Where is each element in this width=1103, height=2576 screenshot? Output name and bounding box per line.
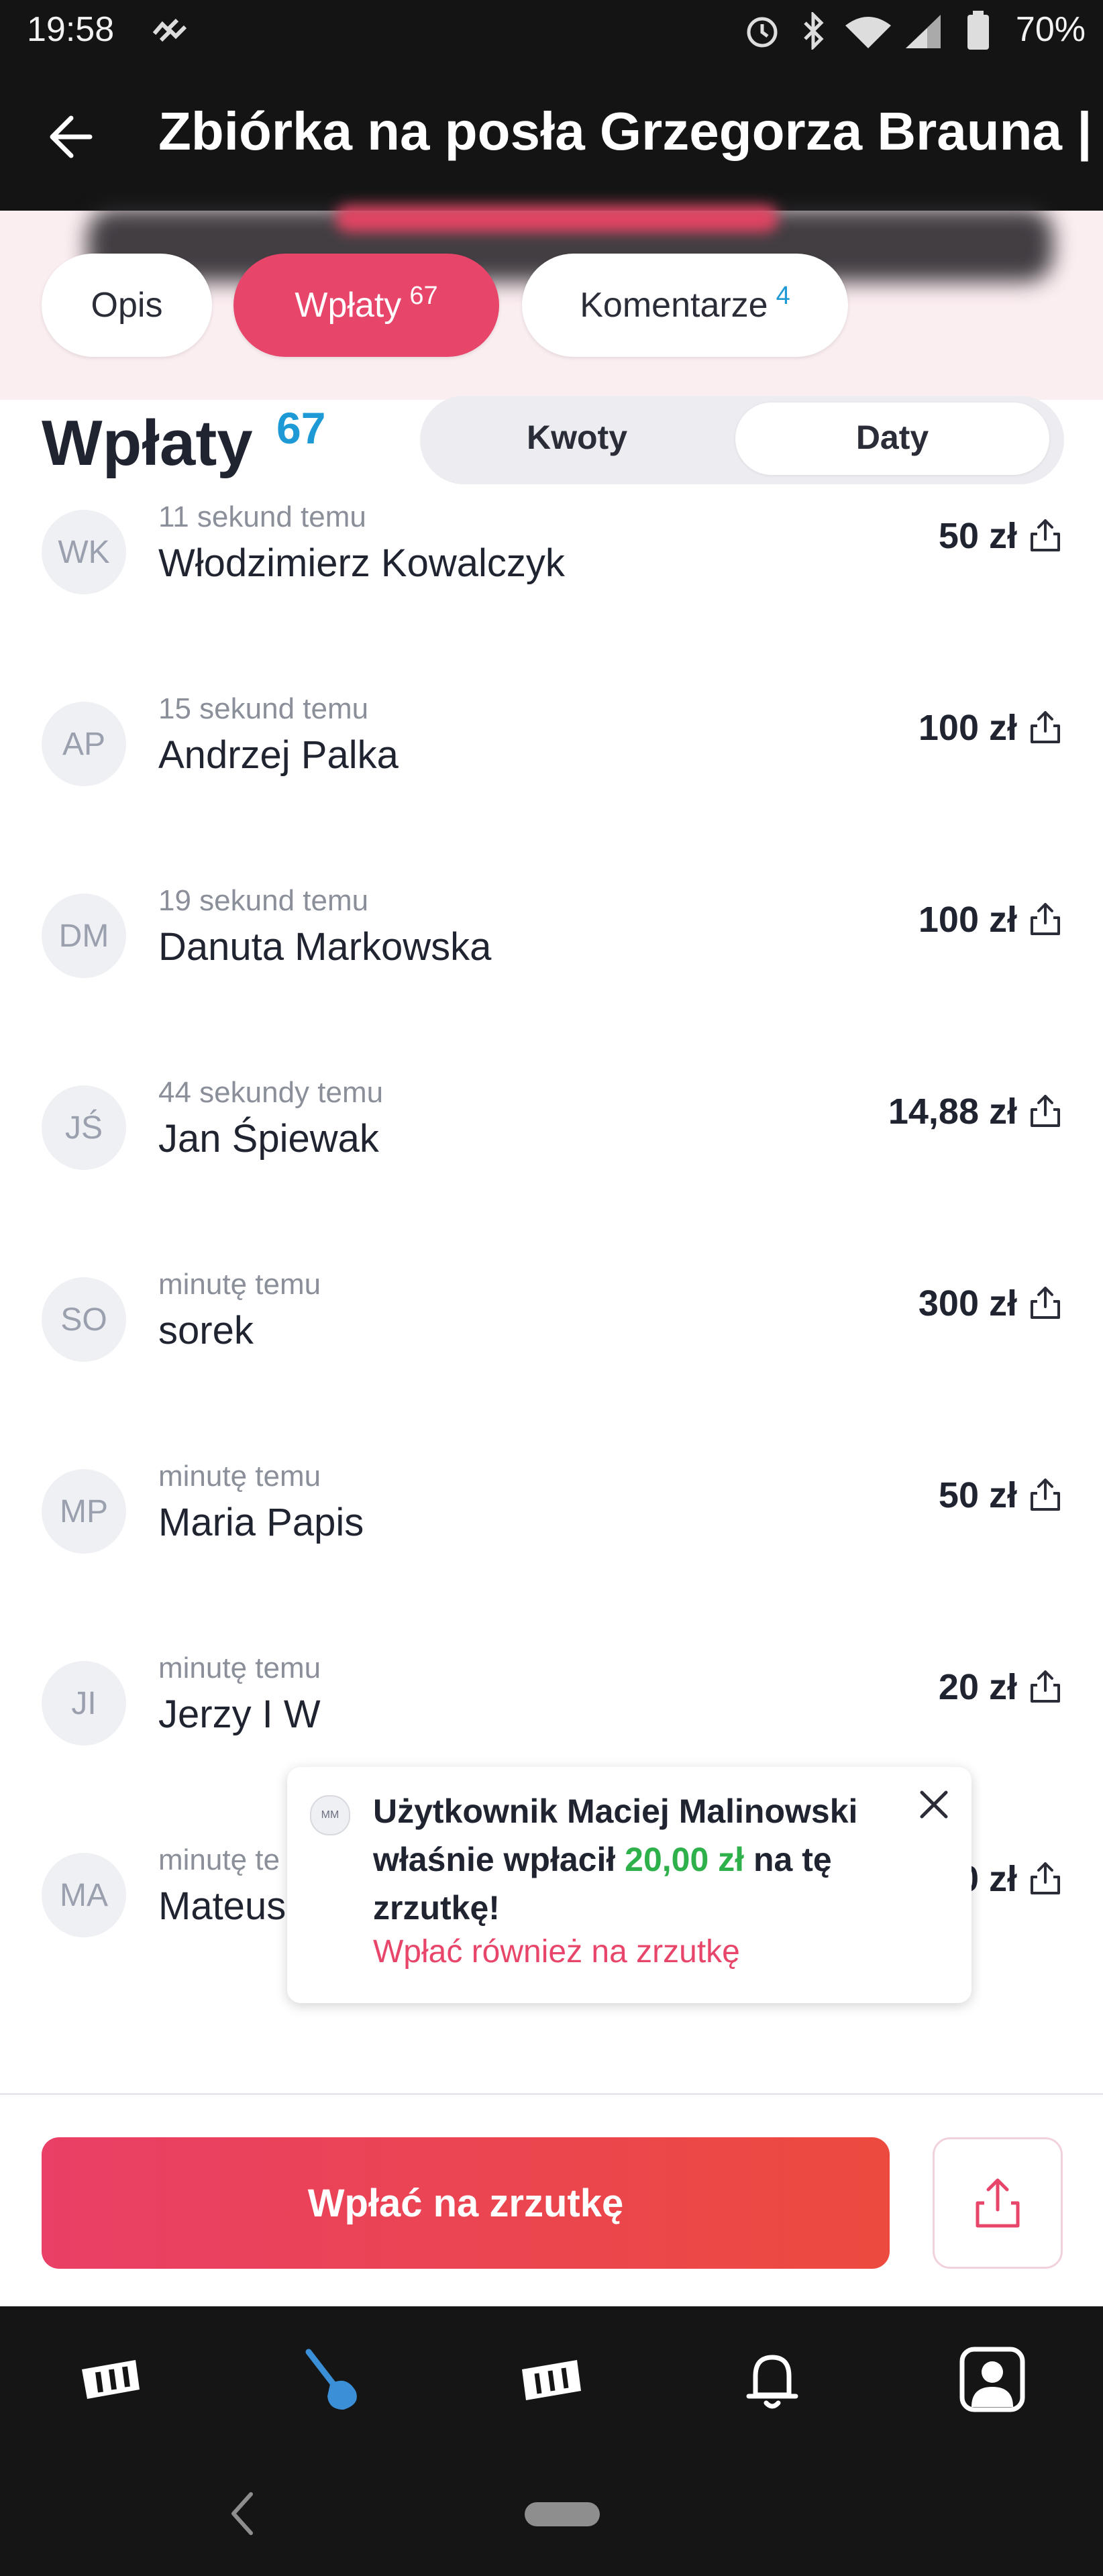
- alarm-icon: [747, 17, 778, 48]
- share-icon[interactable]: [1027, 900, 1064, 938]
- toast-donate-link[interactable]: Wpłać również na zrzutkę: [373, 1933, 740, 1970]
- gift-icon[interactable]: [514, 2343, 588, 2416]
- donation-time: 44 sekundy temu: [158, 1076, 384, 1109]
- share-icon[interactable]: [1027, 1476, 1064, 1513]
- tab-wplaty-label: Wpłaty: [295, 286, 402, 325]
- status-time: 19:58: [27, 10, 115, 49]
- donor-avatar: MP: [42, 1469, 126, 1554]
- donation-amount: 50 zł: [938, 1475, 1017, 1515]
- page-title: Zbiórka na posła Grzegorza Brauna |...: [158, 101, 1091, 161]
- logo-icon[interactable]: [74, 2343, 148, 2416]
- section-count: 67: [276, 403, 326, 453]
- system-back-icon[interactable]: [228, 2490, 255, 2537]
- battery-percent: 70%: [1015, 10, 1086, 49]
- donor-name: Maria Papis: [158, 1501, 364, 1544]
- donation-amount: 300 zł: [918, 1283, 1017, 1324]
- donor-name: sorek: [158, 1309, 254, 1352]
- sort-daty[interactable]: Daty: [745, 411, 1040, 464]
- share-icon[interactable]: [1027, 1284, 1064, 1322]
- donation-time: minutę temu: [158, 1460, 321, 1493]
- tab-komentarze-label: Komentarze: [580, 286, 768, 325]
- notification-icon: [152, 18, 187, 42]
- donation-time: minutę temu: [158, 1652, 321, 1684]
- toast-amount: 20,00 zł: [625, 1841, 745, 1878]
- donation-row[interactable]: JŚ 44 sekundy temu Jan Śpiewak 14,88 zł: [0, 1052, 1103, 1244]
- donation-row[interactable]: DM 19 sekund temu Danuta Markowska 100 zł: [0, 860, 1103, 1052]
- home-pill[interactable]: [525, 2502, 600, 2526]
- share-icon[interactable]: [1027, 1668, 1064, 1705]
- donation-row[interactable]: MP minutę temu Maria Papis 50 zł: [0, 1436, 1103, 1627]
- tab-komentarze[interactable]: Komentarze 4: [522, 254, 848, 357]
- share-icon[interactable]: [1027, 1092, 1064, 1130]
- battery-icon: [967, 11, 989, 50]
- toast-line3: zrzutkę!: [373, 1889, 500, 1927]
- donate-button-label: Wpłać na zrzutkę: [307, 2181, 624, 2225]
- donor-name: Jan Śpiewak: [158, 1117, 379, 1161]
- bluetooth-icon: [804, 12, 824, 50]
- toast-line1: Użytkownik Maciej Malinowski: [373, 1792, 858, 1830]
- tab-opis[interactable]: Opis: [42, 254, 212, 357]
- donation-row[interactable]: AP 15 sekund temu Andrzej Palka 100 zł: [0, 668, 1103, 860]
- bell-icon[interactable]: [735, 2343, 809, 2416]
- donor-avatar: SO: [42, 1277, 126, 1362]
- share-icon[interactable]: [1027, 517, 1064, 554]
- back-arrow-icon[interactable]: [47, 113, 95, 161]
- divider: [0, 2093, 1103, 2095]
- donor-avatar: DM: [42, 894, 126, 978]
- donation-time: 11 sekund temu: [158, 500, 366, 533]
- signal-icon: [906, 15, 941, 48]
- close-icon[interactable]: [916, 1787, 951, 1822]
- donation-amount: 50 zł: [938, 516, 1017, 556]
- share-icon: [976, 2178, 1020, 2228]
- donor-name: Andrzej Palka: [158, 733, 399, 777]
- donation-row[interactable]: WK 11 sekund temu Włodzimierz Kowalczyk 50 …: [0, 476, 1103, 668]
- donor-name: Włodzimierz Kowalczyk: [158, 541, 565, 585]
- donor-avatar: JI: [42, 1661, 126, 1746]
- tab-komentarze-count: 4: [776, 281, 790, 310]
- toast-message: Użytkownik Maciej Malinowski właśnie wpł…: [373, 1787, 883, 1932]
- tab-wplaty-count: 67: [409, 281, 438, 310]
- tab-wplaty[interactable]: Wpłaty 67: [233, 254, 499, 357]
- toast-avatar: MM: [310, 1795, 350, 1835]
- donor-name: Danuta Markowska: [158, 925, 492, 969]
- donation-time: minutę temu: [158, 1268, 321, 1301]
- section-title: Wpłaty: [42, 407, 253, 479]
- donation-row[interactable]: SO minutę temu sorek 300 zł: [0, 1244, 1103, 1436]
- donor-name: Jerzy I W: [158, 1693, 321, 1736]
- donation-amount: 100 zł: [918, 900, 1017, 940]
- shovel-icon[interactable]: [299, 2343, 373, 2416]
- blurred-accent: [335, 205, 778, 232]
- donor-avatar: JŚ: [42, 1085, 126, 1170]
- donor-avatar: MA: [42, 1853, 126, 1937]
- donation-time: minutę te: [158, 1843, 280, 1876]
- share-icon[interactable]: [1027, 1860, 1064, 1897]
- donate-button[interactable]: Wpłać na zrzutkę: [42, 2137, 890, 2269]
- share-icon[interactable]: [1027, 708, 1064, 746]
- donation-time: 19 sekund temu: [158, 884, 369, 917]
- donation-amount: 20 zł: [938, 1667, 1017, 1707]
- donation-amount: 14,88 zł: [888, 1091, 1017, 1132]
- donor-avatar: WK: [42, 510, 126, 594]
- tab-opis-label: Opis: [91, 286, 163, 325]
- wifi-icon: [845, 17, 891, 48]
- donor-name: Mateus: [158, 1884, 286, 1928]
- toast-line2-post: na tę: [744, 1841, 832, 1878]
- donation-time: 15 sekund temu: [158, 692, 369, 725]
- donor-avatar: AP: [42, 702, 126, 786]
- profile-icon[interactable]: [955, 2343, 1029, 2416]
- sort-kwoty[interactable]: Kwoty: [429, 411, 725, 464]
- toast-line2-pre: właśnie wpłacił: [373, 1841, 625, 1878]
- share-button[interactable]: [933, 2137, 1063, 2269]
- donation-amount: 100 zł: [918, 708, 1017, 748]
